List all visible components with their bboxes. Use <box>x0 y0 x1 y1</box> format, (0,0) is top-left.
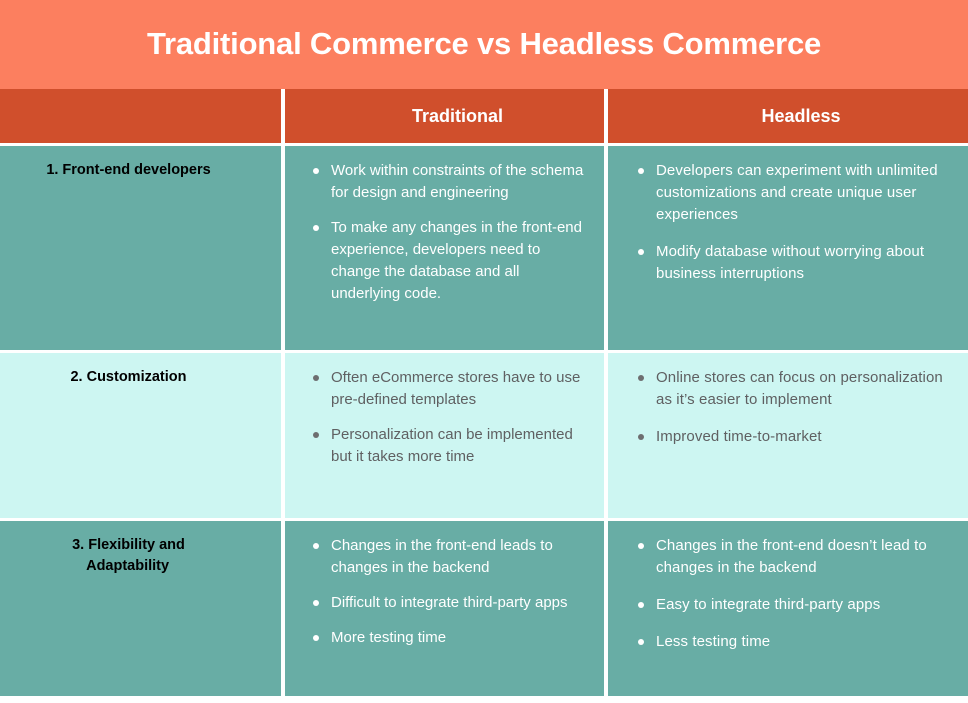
list-item-text: Changes in the front-end leads to change… <box>331 537 553 577</box>
row-headless-cell: Developers can experiment with unlimited… <box>606 144 968 353</box>
list-item: Developers can experiment with unlimited… <box>638 160 946 226</box>
list-item-text: Modify database without worrying about b… <box>656 243 925 283</box>
column-header-label <box>0 89 285 146</box>
list-item-text: Online stores can focus on personalizati… <box>656 369 943 409</box>
list-item: Easy to integrate third-party apps <box>638 594 946 616</box>
table-header-row: Traditional Headless <box>0 89 968 146</box>
bullet-icon <box>638 543 644 549</box>
list-item: Online stores can focus on personalizati… <box>638 367 946 411</box>
list-item-text: Improved time-to-market <box>656 428 822 446</box>
bullet-icon <box>313 635 319 642</box>
list-item-text: More testing time <box>331 629 447 647</box>
row-traditional-cell: Often eCommerce stores have to use pre-d… <box>283 351 608 521</box>
bullet-icon <box>313 375 319 381</box>
bullet-list: Changes in the front-end doesn’t lead to… <box>608 521 968 653</box>
list-item-text: To make any changes in the front-end exp… <box>331 219 582 303</box>
bullet-list: Developers can experiment with unlimited… <box>608 146 968 285</box>
list-item-text: Changes in the front-end doesn’t lead to… <box>656 537 927 577</box>
list-item: Difficult to integrate third-party apps <box>313 592 586 614</box>
list-item: To make any changes in the front-end exp… <box>313 217 586 305</box>
list-item-text: Less testing time <box>656 633 771 651</box>
list-item: Changes in the front-end leads to change… <box>313 535 586 579</box>
column-header-headless-text: Headless <box>761 105 841 126</box>
bullet-list: Often eCommerce stores have to use pre-d… <box>285 353 604 468</box>
list-item-text: Personalization can be implemented but i… <box>331 426 573 466</box>
bullet-icon <box>638 168 644 174</box>
column-header-traditional: Traditional <box>283 89 608 146</box>
list-item-text: Often eCommerce stores have to use pre-d… <box>331 369 581 409</box>
page-title: Traditional Commerce vs Headless Commerc… <box>146 26 822 62</box>
row-label-cell: 3. Flexibility and Adaptability <box>0 519 285 696</box>
row-traditional-cell: Work within constraints of the schema fo… <box>283 144 608 353</box>
bullet-icon <box>638 639 644 646</box>
list-item: Less testing time <box>638 631 946 653</box>
bullet-icon <box>313 432 319 439</box>
row-label-text: 1. Front-end developers <box>46 162 211 178</box>
list-item-text: Easy to integrate third-party apps <box>656 596 881 614</box>
list-item-text: Work within constraints of the schema fo… <box>331 162 584 202</box>
bullet-icon <box>638 434 644 441</box>
bullet-list: Changes in the front-end leads to change… <box>285 521 604 649</box>
bullet-list: Online stores can focus on personalizati… <box>608 353 968 448</box>
bullet-icon <box>638 375 644 381</box>
bullet-icon <box>313 543 319 549</box>
list-item: Personalization can be implemented but i… <box>313 424 586 468</box>
list-item-text: Difficult to integrate third-party apps <box>331 594 568 612</box>
bullet-icon <box>313 225 319 232</box>
title-band: Traditional Commerce vs Headless Commerc… <box>0 0 968 89</box>
bullet-icon <box>638 249 644 256</box>
list-item: Modify database without worrying about b… <box>638 241 946 285</box>
bullet-icon <box>638 602 644 609</box>
table-row: 1. Front-end developers Work within cons… <box>0 144 968 353</box>
comparison-table: Traditional Headless 1. Front-end develo… <box>0 89 968 696</box>
list-item: Improved time-to-market <box>638 426 946 448</box>
table-row: 3. Flexibility and Adaptability Changes … <box>0 519 968 696</box>
list-item-text: Developers can experiment with unlimited… <box>656 162 938 224</box>
list-item: Often eCommerce stores have to use pre-d… <box>313 367 586 411</box>
row-traditional-cell: Changes in the front-end leads to change… <box>283 519 608 696</box>
row-headless-cell: Online stores can focus on personalizati… <box>606 351 968 521</box>
column-header-headless: Headless <box>606 89 968 146</box>
row-label-text: 3. Flexibility and Adaptability <box>72 537 185 574</box>
table-row: 2. Customization Often eCommerce stores … <box>0 351 968 521</box>
bullet-icon <box>313 600 319 607</box>
row-label-cell: 2. Customization <box>0 351 285 521</box>
row-label-cell: 1. Front-end developers <box>0 144 285 353</box>
table-body: 1. Front-end developers Work within cons… <box>0 144 968 696</box>
bullet-list: Work within constraints of the schema fo… <box>285 146 604 305</box>
bullet-icon <box>313 168 319 174</box>
list-item: Work within constraints of the schema fo… <box>313 160 586 204</box>
list-item: More testing time <box>313 627 586 649</box>
comparison-infographic: Traditional Commerce vs Headless Commerc… <box>0 0 968 703</box>
column-header-traditional-text: Traditional <box>411 105 503 126</box>
row-label-text: 2. Customization <box>70 369 187 385</box>
row-headless-cell: Changes in the front-end doesn’t lead to… <box>606 519 968 696</box>
list-item: Changes in the front-end doesn’t lead to… <box>638 535 946 579</box>
